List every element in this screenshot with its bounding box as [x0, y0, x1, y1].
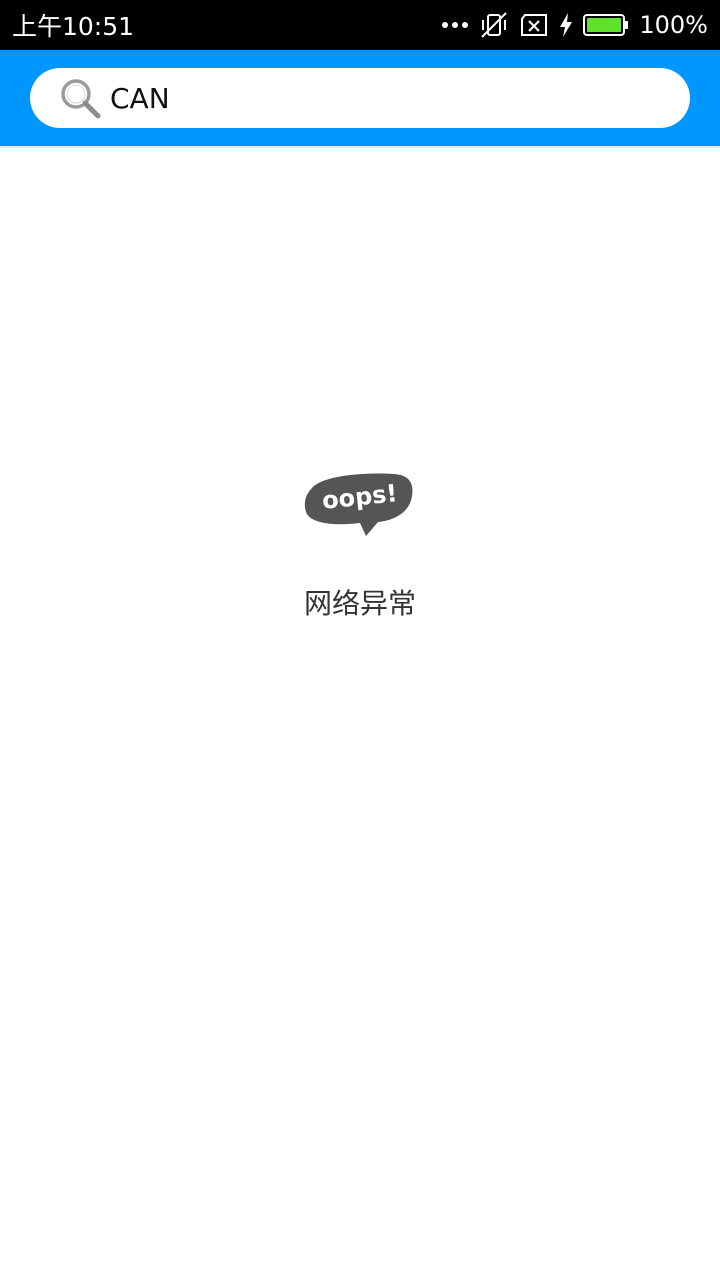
error-message: 网络异常	[303, 587, 416, 620]
search-input[interactable]	[110, 73, 670, 123]
search-icon[interactable]	[58, 76, 102, 120]
search-header	[0, 50, 720, 146]
search-box[interactable]	[30, 68, 690, 128]
header-divider	[0, 146, 720, 148]
battery-icon	[583, 14, 629, 36]
network-error-state: oops! 网络异常	[0, 470, 720, 622]
oops-speech-bubble-icon: oops!	[302, 470, 418, 540]
vibrate-off-icon	[479, 11, 509, 39]
battery-percent: 100%	[639, 11, 708, 39]
no-sim-icon	[519, 13, 549, 37]
more-dots-icon	[441, 20, 469, 30]
status-time: 上午10:51	[12, 12, 135, 41]
status-icons: 100%	[441, 11, 708, 39]
charging-bolt-icon	[559, 13, 573, 37]
status-bar: 上午10:51 100%	[0, 0, 720, 50]
